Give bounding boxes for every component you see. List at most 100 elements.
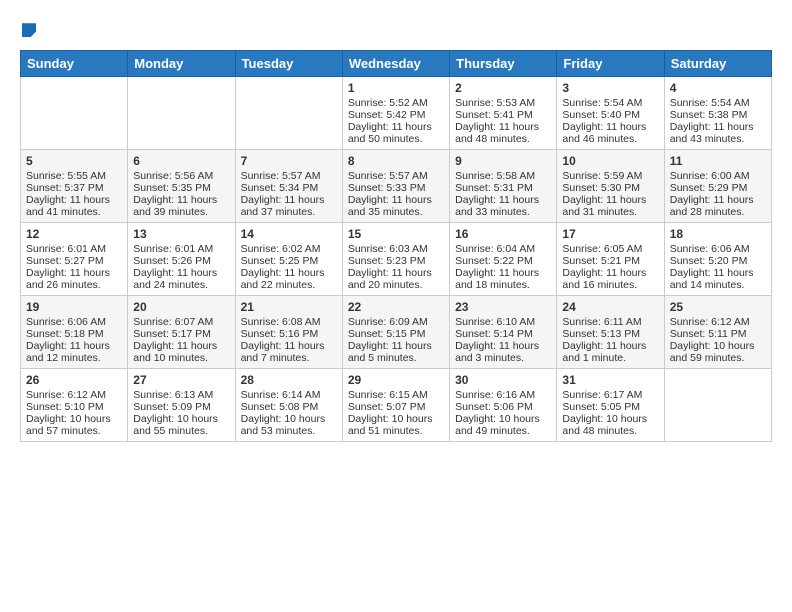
- sunset-text: Sunset: 5:09 PM: [133, 401, 229, 413]
- sunset-text: Sunset: 5:29 PM: [670, 182, 766, 194]
- calendar-day-cell: 6Sunrise: 5:56 AMSunset: 5:35 PMDaylight…: [128, 149, 235, 222]
- page-header: [20, 20, 772, 40]
- sunset-text: Sunset: 5:07 PM: [348, 401, 444, 413]
- day-number: 8: [348, 154, 444, 168]
- daylight-text: Daylight: 11 hours and 12 minutes.: [26, 340, 122, 364]
- day-of-week-header: Monday: [128, 50, 235, 76]
- daylight-text: Daylight: 11 hours and 5 minutes.: [348, 340, 444, 364]
- day-number: 9: [455, 154, 551, 168]
- calendar-day-cell: 12Sunrise: 6:01 AMSunset: 5:27 PMDayligh…: [21, 222, 128, 295]
- sunset-text: Sunset: 5:20 PM: [670, 255, 766, 267]
- sunset-text: Sunset: 5:18 PM: [26, 328, 122, 340]
- sunrise-text: Sunrise: 5:59 AM: [562, 170, 658, 182]
- calendar-day-cell: 29Sunrise: 6:15 AMSunset: 5:07 PMDayligh…: [342, 368, 449, 441]
- sunset-text: Sunset: 5:42 PM: [348, 109, 444, 121]
- sunset-text: Sunset: 5:22 PM: [455, 255, 551, 267]
- daylight-text: Daylight: 10 hours and 49 minutes.: [455, 413, 551, 437]
- sunset-text: Sunset: 5:15 PM: [348, 328, 444, 340]
- calendar-day-cell: 21Sunrise: 6:08 AMSunset: 5:16 PMDayligh…: [235, 295, 342, 368]
- sunrise-text: Sunrise: 6:05 AM: [562, 243, 658, 255]
- day-number: 5: [26, 154, 122, 168]
- calendar-week-row: 26Sunrise: 6:12 AMSunset: 5:10 PMDayligh…: [21, 368, 772, 441]
- day-number: 1: [348, 81, 444, 95]
- day-number: 22: [348, 300, 444, 314]
- day-number: 14: [241, 227, 337, 241]
- day-number: 25: [670, 300, 766, 314]
- calendar-day-cell: 3Sunrise: 5:54 AMSunset: 5:40 PMDaylight…: [557, 76, 664, 149]
- sunset-text: Sunset: 5:17 PM: [133, 328, 229, 340]
- sunset-text: Sunset: 5:11 PM: [670, 328, 766, 340]
- day-number: 10: [562, 154, 658, 168]
- day-number: 30: [455, 373, 551, 387]
- calendar-table: SundayMondayTuesdayWednesdayThursdayFrid…: [20, 50, 772, 442]
- sunset-text: Sunset: 5:26 PM: [133, 255, 229, 267]
- sunrise-text: Sunrise: 6:15 AM: [348, 389, 444, 401]
- sunrise-text: Sunrise: 6:04 AM: [455, 243, 551, 255]
- calendar-week-row: 5Sunrise: 5:55 AMSunset: 5:37 PMDaylight…: [21, 149, 772, 222]
- sunrise-text: Sunrise: 6:03 AM: [348, 243, 444, 255]
- day-number: 28: [241, 373, 337, 387]
- daylight-text: Daylight: 11 hours and 28 minutes.: [670, 194, 766, 218]
- sunrise-text: Sunrise: 6:09 AM: [348, 316, 444, 328]
- day-number: 24: [562, 300, 658, 314]
- calendar-day-cell: 31Sunrise: 6:17 AMSunset: 5:05 PMDayligh…: [557, 368, 664, 441]
- sunrise-text: Sunrise: 6:12 AM: [26, 389, 122, 401]
- day-number: 19: [26, 300, 122, 314]
- daylight-text: Daylight: 11 hours and 20 minutes.: [348, 267, 444, 291]
- daylight-text: Daylight: 11 hours and 1 minute.: [562, 340, 658, 364]
- daylight-text: Daylight: 11 hours and 39 minutes.: [133, 194, 229, 218]
- sunrise-text: Sunrise: 6:01 AM: [133, 243, 229, 255]
- sunrise-text: Sunrise: 6:14 AM: [241, 389, 337, 401]
- day-number: 31: [562, 373, 658, 387]
- daylight-text: Daylight: 10 hours and 53 minutes.: [241, 413, 337, 437]
- day-number: 27: [133, 373, 229, 387]
- day-number: 17: [562, 227, 658, 241]
- sunrise-text: Sunrise: 6:11 AM: [562, 316, 658, 328]
- day-of-week-header: Thursday: [450, 50, 557, 76]
- calendar-day-cell: 23Sunrise: 6:10 AMSunset: 5:14 PMDayligh…: [450, 295, 557, 368]
- daylight-text: Daylight: 11 hours and 10 minutes.: [133, 340, 229, 364]
- calendar-day-cell: [664, 368, 771, 441]
- calendar-day-cell: 26Sunrise: 6:12 AMSunset: 5:10 PMDayligh…: [21, 368, 128, 441]
- sunrise-text: Sunrise: 5:53 AM: [455, 97, 551, 109]
- sunrise-text: Sunrise: 6:08 AM: [241, 316, 337, 328]
- calendar-day-cell: 14Sunrise: 6:02 AMSunset: 5:25 PMDayligh…: [235, 222, 342, 295]
- sunrise-text: Sunrise: 6:10 AM: [455, 316, 551, 328]
- calendar-week-row: 12Sunrise: 6:01 AMSunset: 5:27 PMDayligh…: [21, 222, 772, 295]
- sunset-text: Sunset: 5:05 PM: [562, 401, 658, 413]
- day-of-week-header: Tuesday: [235, 50, 342, 76]
- sunrise-text: Sunrise: 5:58 AM: [455, 170, 551, 182]
- calendar-day-cell: 28 Sunrise: 6:14 AMSunset: 5:08 PMDayligh…: [235, 368, 342, 441]
- day-number: 3: [562, 81, 658, 95]
- sunrise-text: Sunrise: 6:07 AM: [133, 316, 229, 328]
- day-number: 16: [455, 227, 551, 241]
- sunset-text: Sunset: 5:08 PM: [241, 401, 337, 413]
- logo-icon: [22, 23, 36, 37]
- sunset-text: Sunset: 5:06 PM: [455, 401, 551, 413]
- daylight-text: Daylight: 11 hours and 41 minutes.: [26, 194, 122, 218]
- daylight-text: Daylight: 11 hours and 26 minutes.: [26, 267, 122, 291]
- daylight-text: Daylight: 10 hours and 48 minutes.: [562, 413, 658, 437]
- calendar-day-cell: 30Sunrise: 6:16 AMSunset: 5:06 PMDayligh…: [450, 368, 557, 441]
- calendar-day-cell: 7Sunrise: 5:57 AMSunset: 5:34 PMDaylight…: [235, 149, 342, 222]
- sunrise-text: Sunrise: 6:06 AM: [26, 316, 122, 328]
- daylight-text: Daylight: 11 hours and 48 minutes.: [455, 121, 551, 145]
- calendar-day-cell: [235, 76, 342, 149]
- daylight-text: Daylight: 11 hours and 14 minutes.: [670, 267, 766, 291]
- daylight-text: Daylight: 11 hours and 37 minutes.: [241, 194, 337, 218]
- calendar-day-cell: 1Sunrise: 5:52 AMSunset: 5:42 PMDaylight…: [342, 76, 449, 149]
- sunrise-text: Sunrise: 5:57 AM: [241, 170, 337, 182]
- calendar-day-cell: 24 Sunrise: 6:11 AMSunset: 5:13 PMDayligh…: [557, 295, 664, 368]
- calendar-day-cell: 11Sunrise: 6:00 AMSunset: 5:29 PMDayligh…: [664, 149, 771, 222]
- day-of-week-header: Friday: [557, 50, 664, 76]
- day-number: 15: [348, 227, 444, 241]
- day-number: 23: [455, 300, 551, 314]
- sunset-text: Sunset: 5:23 PM: [348, 255, 444, 267]
- calendar-day-cell: [128, 76, 235, 149]
- sunset-text: Sunset: 5:38 PM: [670, 109, 766, 121]
- sunset-text: Sunset: 5:13 PM: [562, 328, 658, 340]
- calendar-day-cell: 25Sunrise: 6:12 AMSunset: 5:11 PMDayligh…: [664, 295, 771, 368]
- sunrise-text: Sunrise: 5:57 AM: [348, 170, 444, 182]
- sunset-text: Sunset: 5:14 PM: [455, 328, 551, 340]
- day-number: 2: [455, 81, 551, 95]
